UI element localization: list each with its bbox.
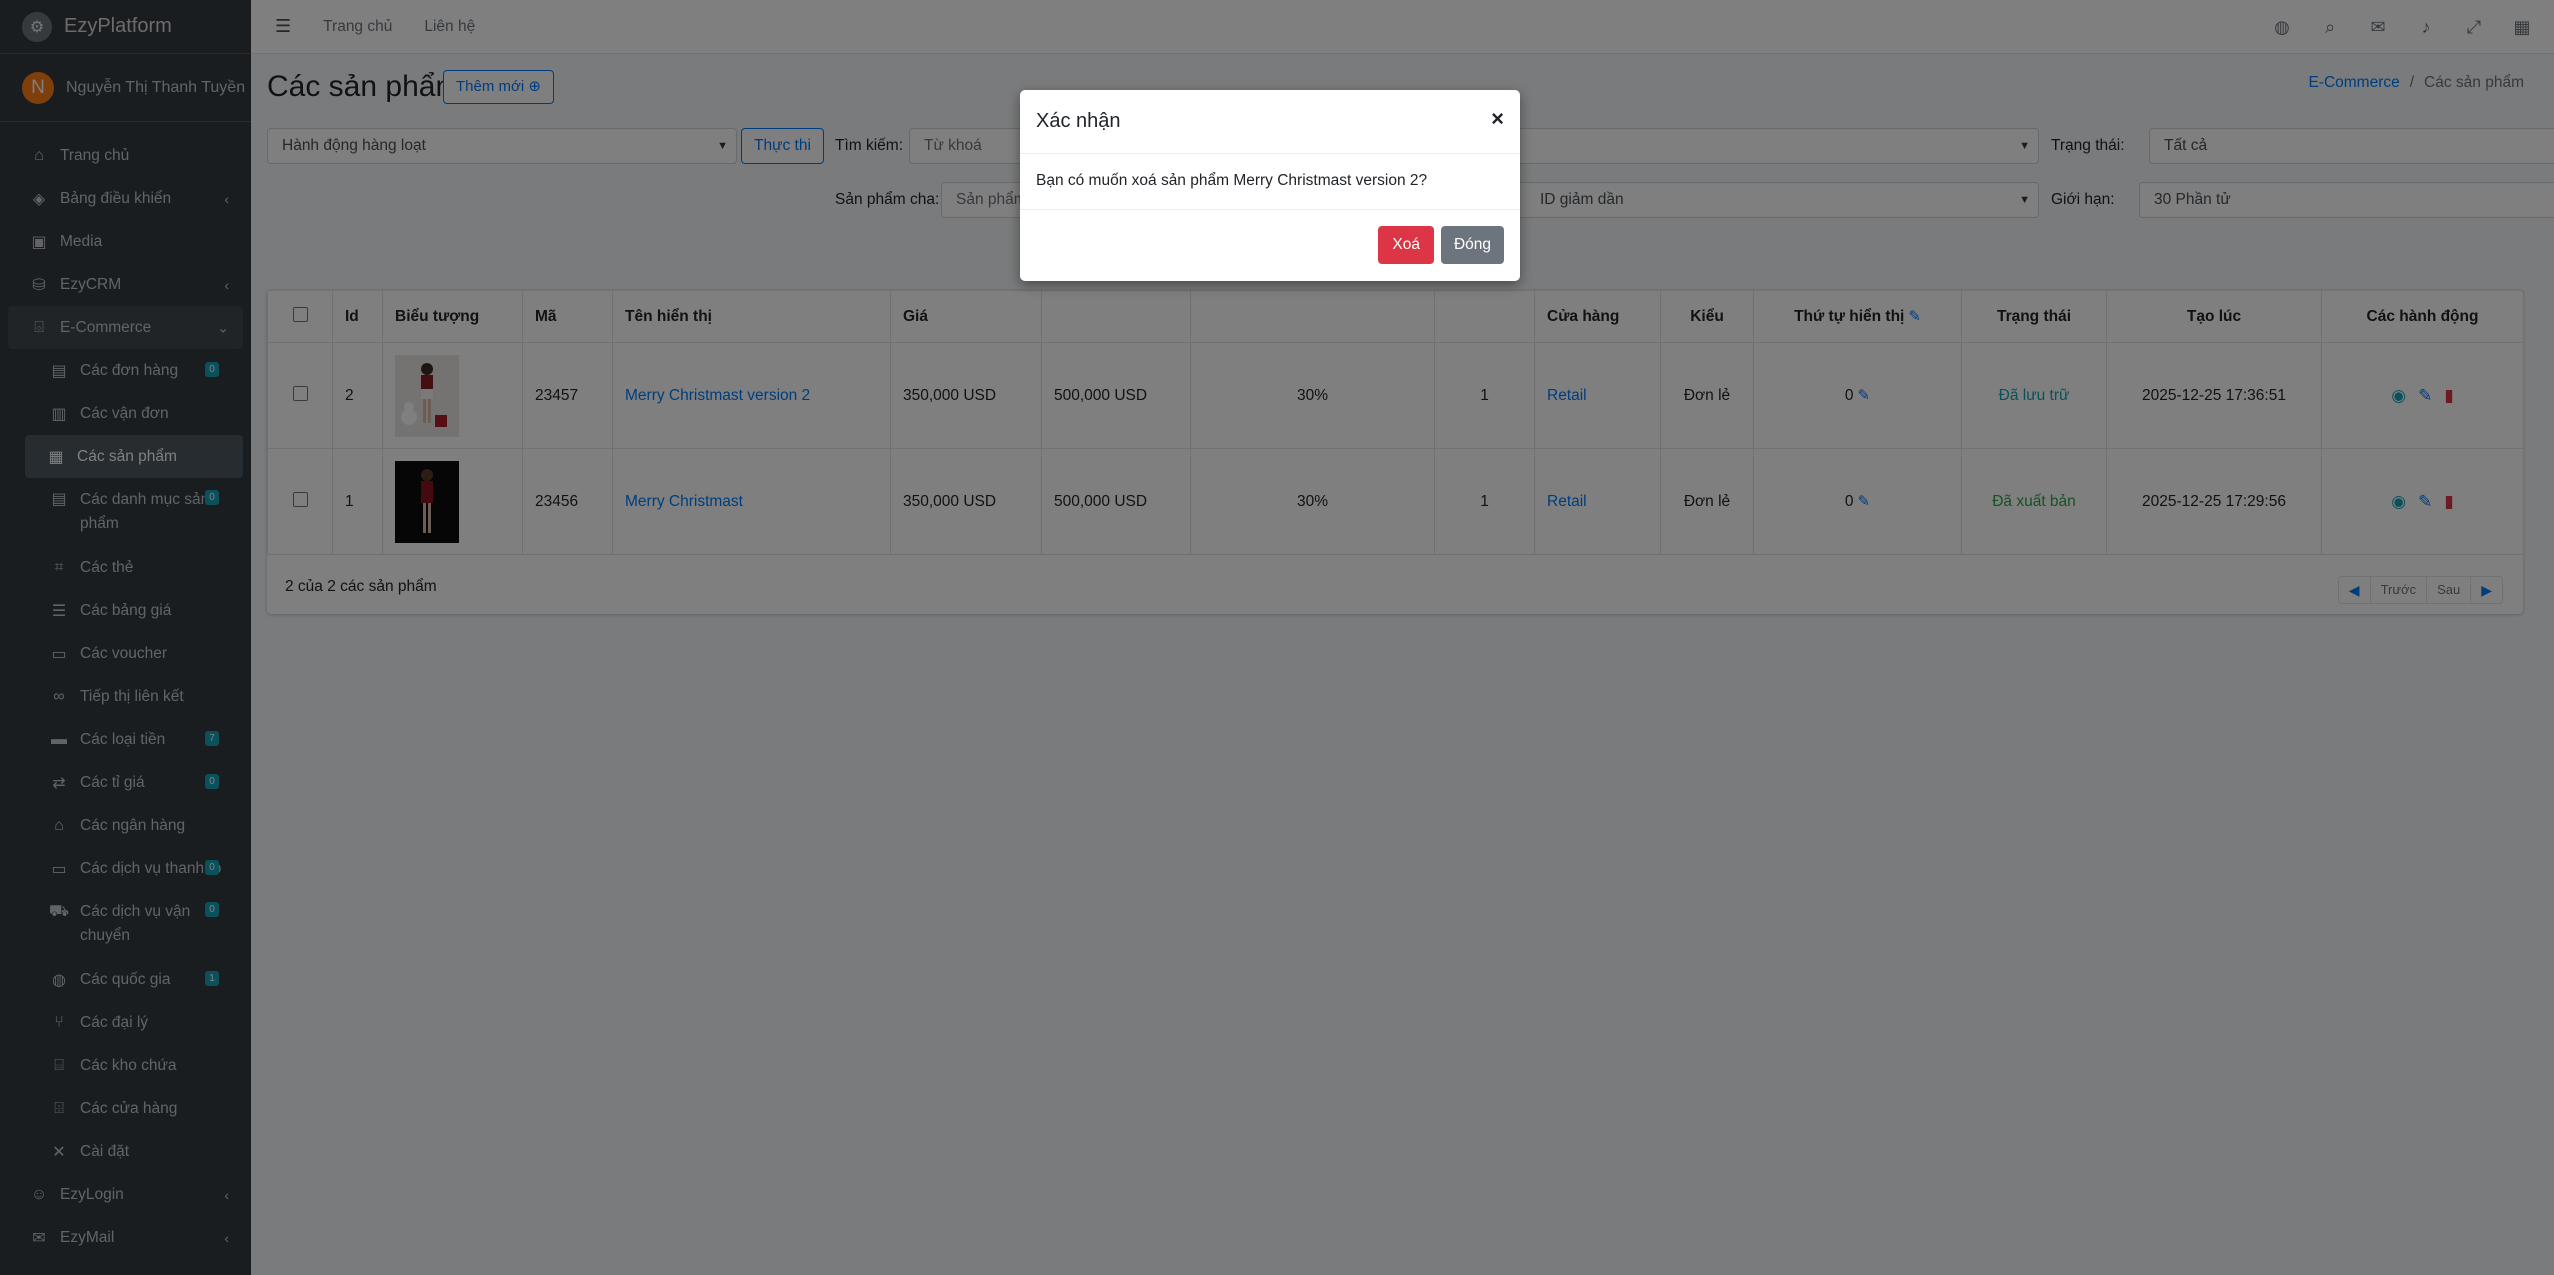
delete-button[interactable]: Xoá <box>1378 226 1434 264</box>
modal-message: Bạn có muốn xoá sản phẩm Merry Christmas… <box>1020 154 1520 210</box>
close-icon[interactable]: × <box>1491 106 1504 132</box>
confirm-delete-modal: Xác nhận × Bạn có muốn xoá sản phẩm Merr… <box>1020 90 1520 281</box>
close-button[interactable]: Đóng <box>1440 226 1504 264</box>
modal-header: Xác nhận × <box>1020 90 1520 154</box>
modal-footer: Xoá Đóng <box>1020 210 1520 281</box>
modal-title: Xác nhận <box>1036 110 1121 132</box>
